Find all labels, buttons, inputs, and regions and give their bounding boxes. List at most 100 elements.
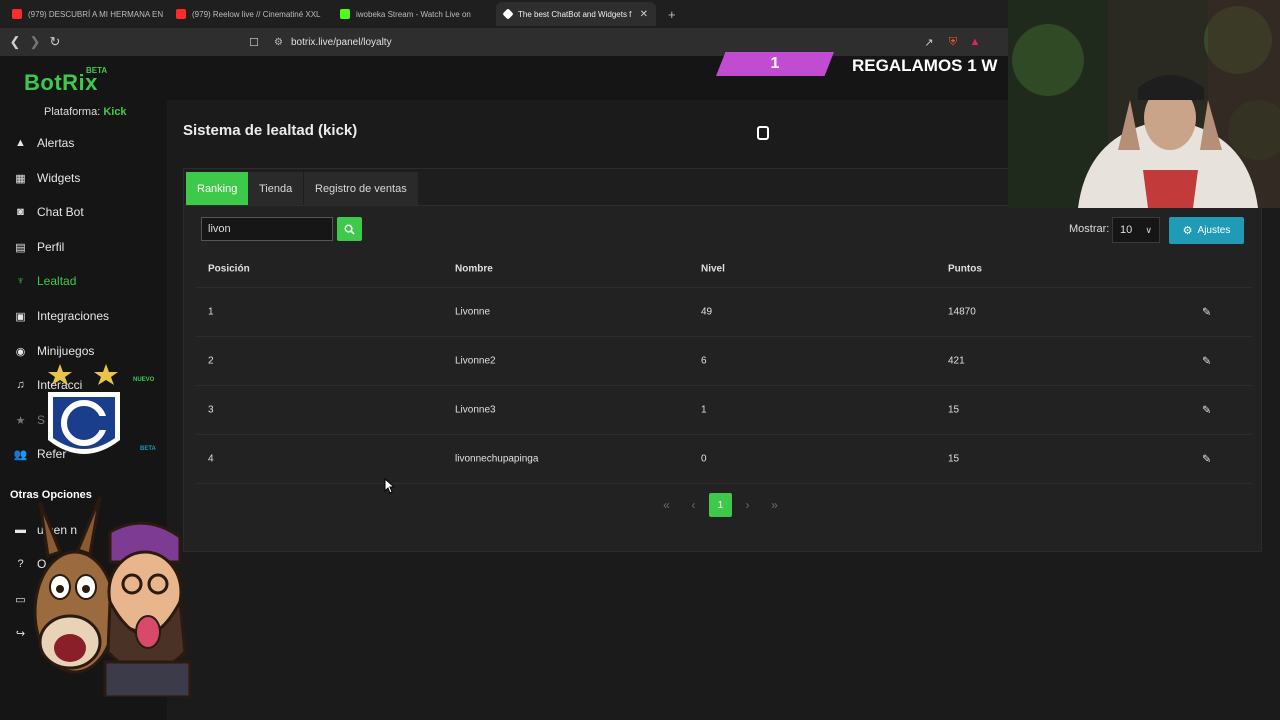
cell-nivel: 1 bbox=[701, 404, 707, 416]
music-icon: ♫ bbox=[16, 379, 25, 391]
table-row: 1 Livonne 49 14870 ✎ bbox=[197, 288, 1251, 337]
banner-text: REGALAMOS 1 W bbox=[852, 56, 998, 75]
sidebar-item-label: Alertas bbox=[37, 136, 75, 150]
new-tab-button[interactable]: + bbox=[660, 2, 680, 26]
cell-posicion: 2 bbox=[208, 355, 214, 367]
tab-label: (979) DESCUBRÍ A MI HERMANA EN bbox=[28, 9, 164, 19]
browser-tab-2[interactable]: (979) Reelow live // Cinematiné XXL bbox=[168, 2, 330, 26]
header-nivel[interactable]: Nivel bbox=[701, 264, 725, 275]
sidebar-item-integraciones[interactable]: ▣ Integraciones bbox=[0, 301, 167, 331]
brave-shield-icon[interactable]: ⛨ bbox=[944, 33, 962, 51]
mostrar-select[interactable]: 10 ∨ bbox=[1112, 217, 1160, 243]
youtube-icon bbox=[176, 9, 186, 19]
webcam-image bbox=[1008, 0, 1280, 208]
cell-nivel: 49 bbox=[701, 306, 713, 318]
ajustes-button[interactable]: ⚙ Ajustes bbox=[1169, 217, 1244, 244]
browser-tab-1[interactable]: (979) DESCUBRÍ A MI HERMANA EN bbox=[4, 2, 166, 26]
next-page-button[interactable]: › bbox=[736, 493, 759, 517]
loyalty-card: Ranking Tienda Registro de ventas Mostra… bbox=[183, 168, 1262, 552]
mostrar-label: Mostrar: bbox=[1069, 223, 1110, 235]
integrations-icon: ▣ bbox=[15, 310, 26, 323]
bookmark-icon[interactable]: ☐ bbox=[245, 33, 263, 51]
sidebar-item-label: Perfil bbox=[37, 240, 65, 254]
cell-posicion: 1 bbox=[208, 306, 214, 318]
close-tab-icon[interactable]: ✕ bbox=[640, 9, 648, 20]
last-page-button[interactable]: » bbox=[763, 493, 786, 517]
kick-icon bbox=[757, 126, 769, 140]
search-input[interactable] bbox=[201, 217, 333, 241]
tab-ranking[interactable]: Ranking bbox=[186, 172, 250, 205]
search-icon bbox=[344, 224, 355, 235]
tab-label: (979) Reelow live // Cinematiné XXL bbox=[192, 9, 321, 19]
sidebar-item-alertas[interactable]: ▲ Alertas bbox=[0, 128, 167, 158]
webcam-overlay bbox=[1008, 0, 1280, 208]
url-text: botrix.live/panel/loyalty bbox=[290, 36, 392, 48]
first-page-button[interactable]: « bbox=[655, 493, 678, 517]
club-crest-logo bbox=[48, 364, 120, 454]
sidebar-item-label: Minijuegos bbox=[37, 344, 95, 358]
robot-icon: ◙ bbox=[17, 206, 24, 218]
sidebar-item-perfil[interactable]: ▤ Perfil bbox=[0, 232, 167, 262]
forward-icon[interactable]: ❯ bbox=[26, 33, 44, 51]
tab-label: iwobeka Stream - Watch Live on bbox=[356, 9, 471, 19]
browser-tab-3[interactable]: iwobeka Stream - Watch Live on bbox=[332, 2, 494, 26]
document-icon: ▬ bbox=[15, 524, 26, 536]
nuevo-badge: NUEVO bbox=[133, 377, 155, 383]
site-settings-icon[interactable]: ⚙ bbox=[274, 37, 283, 48]
table-row: 3 Livonne3 1 15 ✎ bbox=[197, 386, 1251, 435]
cell-puntos: 14870 bbox=[948, 306, 976, 318]
grid-icon: ▦ bbox=[15, 172, 26, 185]
youtube-icon bbox=[12, 9, 22, 19]
header-nombre[interactable]: Nombre bbox=[455, 264, 493, 275]
platform-label-text: Plataforma: bbox=[44, 106, 101, 118]
cell-posicion: 4 bbox=[208, 453, 214, 465]
monitor-icon: ▭ bbox=[15, 593, 26, 606]
sidebar-item-label: Integraciones bbox=[37, 309, 110, 323]
help-icon: ? bbox=[17, 558, 24, 570]
logout-icon: ↪ bbox=[15, 627, 26, 640]
warning-icon: ▲ bbox=[15, 137, 26, 149]
url-field[interactable]: ⚙ botrix.live/panel/loyalty bbox=[274, 34, 392, 50]
plus-icon: + bbox=[668, 6, 676, 22]
ajustes-label: Ajustes bbox=[1197, 225, 1231, 236]
cell-nombre: Livonne2 bbox=[455, 355, 496, 367]
back-icon[interactable]: ❮ bbox=[6, 33, 24, 51]
beta-label: BETA bbox=[86, 66, 108, 75]
table-header-row: Posición Nombre Nivel Puntos bbox=[197, 251, 1251, 288]
tab-registro-de-ventas[interactable]: Registro de ventas bbox=[304, 172, 419, 205]
prev-page-button[interactable]: ‹ bbox=[682, 493, 705, 517]
chevron-down-icon: ∨ bbox=[1145, 224, 1152, 235]
gears-icon: ⚙ bbox=[1182, 225, 1193, 237]
trophy-icon: ♆ bbox=[16, 275, 25, 287]
page-1-button[interactable]: 1 bbox=[709, 493, 732, 517]
header-posicion[interactable]: Posición bbox=[208, 264, 250, 275]
reload-icon[interactable]: ↻ bbox=[46, 33, 64, 51]
browser-tab-4[interactable]: The best ChatBot and Widgets f ✕ bbox=[496, 2, 656, 26]
users-icon: 👥 bbox=[13, 448, 28, 461]
sidebar-item-widgets[interactable]: ▦ Widgets bbox=[0, 163, 167, 193]
cell-puntos: 421 bbox=[948, 355, 965, 367]
sidebar-item-lealtad[interactable]: ♆ Lealtad bbox=[0, 266, 167, 296]
banner-number: 1 bbox=[716, 52, 834, 76]
mouse-cursor-icon bbox=[384, 478, 394, 494]
share-icon[interactable]: ↗ bbox=[920, 33, 938, 51]
tab-tienda[interactable]: Tienda bbox=[248, 172, 305, 205]
kick-icon bbox=[340, 9, 350, 19]
header-puntos[interactable]: Puntos bbox=[948, 264, 982, 275]
edit-pencil-icon[interactable]: ✎ bbox=[1202, 404, 1211, 417]
cell-nombre: livonnechupapinga bbox=[455, 453, 539, 465]
table-row: 2 Livonne2 6 421 ✎ bbox=[197, 337, 1251, 386]
cell-nombre: Livonne3 bbox=[455, 404, 496, 416]
edit-pencil-icon[interactable]: ✎ bbox=[1202, 306, 1211, 319]
edit-pencil-icon[interactable]: ✎ bbox=[1202, 355, 1211, 368]
rewards-icon[interactable]: ▲ bbox=[966, 33, 984, 51]
platform-value: Kick bbox=[103, 106, 127, 118]
star-icon: ★ bbox=[15, 414, 26, 427]
sidebar-item-chat-bot[interactable]: ◙ Chat Bot bbox=[0, 197, 167, 227]
sidebar-item-label: Lealtad bbox=[37, 274, 77, 288]
platform-label: Plataforma: Kick bbox=[44, 106, 127, 118]
sidebar-item-label: Chat Bot bbox=[37, 205, 84, 219]
search-button[interactable] bbox=[337, 217, 362, 241]
edit-pencil-icon[interactable]: ✎ bbox=[1202, 453, 1211, 466]
pagination: « ‹ 1 › » bbox=[655, 493, 786, 517]
